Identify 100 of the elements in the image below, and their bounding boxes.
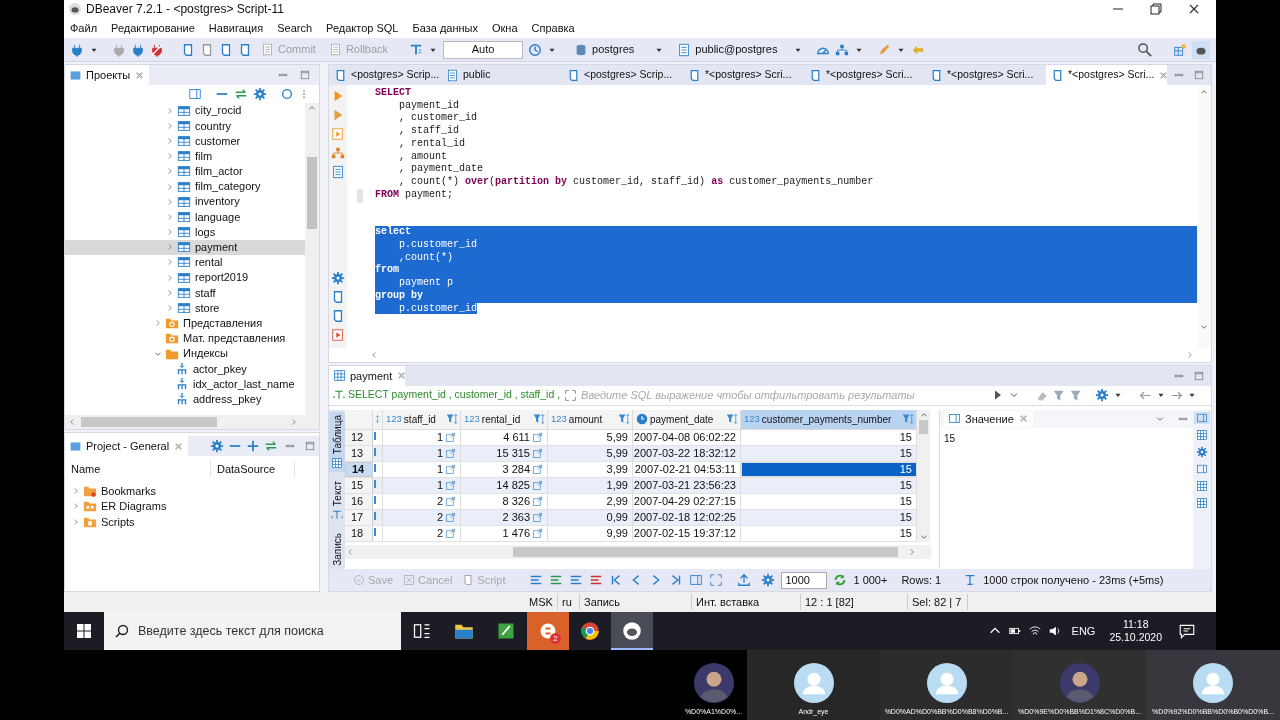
table-cell[interactable]: 1 476	[461, 525, 548, 541]
menu-item[interactable]: Редактирование	[111, 19, 195, 37]
tree-item[interactable]: film_actor	[65, 163, 305, 179]
column-header[interactable]: 123 amount	[548, 409, 633, 429]
result-tab[interactable]: payment	[329, 365, 405, 386]
tree-item[interactable]: Мат. представления	[65, 330, 305, 346]
table-cell[interactable]: 5,99	[548, 445, 633, 461]
tree-item[interactable]: report2019	[65, 270, 305, 286]
table-cell[interactable]: 5,99	[548, 429, 633, 445]
transaction-mode-field[interactable]: Auto	[443, 40, 524, 59]
code-line: payment p	[398, 277, 453, 289]
table-cell[interactable]: 8 326	[461, 493, 548, 509]
table-cell[interactable]: 0,99	[548, 509, 633, 525]
window-title: DBeaver 7.2.1 - <postgres> Script-11	[86, 1, 284, 18]
table-cell[interactable]: 1	[383, 461, 461, 477]
table-cell[interactable]: 2007-03-22 18:32:12	[633, 445, 741, 461]
view-tab[interactable]: Таблица	[329, 411, 345, 472]
table-cell[interactable]: 2007-04-29 02:27:15	[633, 493, 741, 509]
table-cell[interactable]: 1	[383, 429, 461, 445]
tree-item[interactable]: Bookmarks	[65, 483, 319, 499]
table-cell[interactable]: 2007-04-08 06:02:22	[633, 429, 741, 445]
table-cell[interactable]: 2007-02-18 12:02:25	[633, 509, 741, 525]
tree-item[interactable]: idx_actor_last_name	[65, 376, 305, 392]
table-cell[interactable]: 2	[383, 493, 461, 509]
menu-item[interactable]: Навигация	[208, 19, 264, 37]
tree-item[interactable]: city_rocid	[65, 103, 305, 119]
code-line: , payment_date	[398, 163, 484, 175]
type-label: 123	[464, 412, 480, 427]
editor-tab[interactable]: <postgres> Scrip...	[329, 65, 441, 85]
table-cell[interactable]: 4 611	[461, 429, 548, 445]
table-cell[interactable]: 14 825	[461, 477, 548, 493]
code-line: , amount	[398, 150, 447, 162]
table-cell[interactable]: 15 315	[461, 445, 548, 461]
table-cell[interactable]: 2007-03-21 23:56:23	[633, 477, 741, 493]
editor-tab[interactable]: <postgres> Scrip...	[562, 65, 683, 85]
table-cell[interactable]: 3 284	[461, 461, 548, 477]
table-cell[interactable]: 1	[383, 445, 461, 461]
tree-item[interactable]: film_category	[65, 178, 305, 195]
tree-item[interactable]: store	[65, 300, 305, 316]
schema-selector[interactable]: public@postgres	[677, 41, 804, 58]
column-header[interactable]: 123 customer_payments_number	[741, 409, 917, 429]
tree-item[interactable]: country	[65, 118, 305, 134]
column-header[interactable]: DataSource	[211, 460, 295, 478]
menu-item[interactable]: База данных	[412, 19, 478, 37]
tree-item[interactable]: actor_pkey	[65, 361, 305, 377]
fetch-count-button[interactable]: 1 000+	[853, 571, 888, 589]
table-cell[interactable]: 2,99	[548, 493, 633, 509]
table-cell[interactable]: 2 363	[461, 509, 548, 525]
result-info: 1000 строк получено - 23ms (+5ms)	[983, 572, 1164, 588]
editor-tab[interactable]: *<postgres> Scri...	[1046, 65, 1167, 85]
tree-item[interactable]: address_pkey	[65, 391, 305, 407]
tree-item[interactable]: payment	[65, 239, 305, 255]
query-label: SELECT payment_id , customer_id , staff_id ,	[348, 387, 561, 403]
column-header[interactable]: 123 rental_id	[461, 409, 548, 429]
editor-tab[interactable]: *<postgres> Scri...	[804, 65, 925, 85]
tree-item[interactable]: logs	[65, 224, 305, 240]
editor-tab[interactable]: *<postgres> Scri...	[925, 65, 1046, 85]
fetch-size-field[interactable]: 1000	[781, 571, 828, 589]
tree-item[interactable]: language	[65, 209, 305, 225]
tree-item[interactable]: Scripts	[65, 514, 319, 530]
filter-field[interactable]: Введите SQL выражение чтобы отфильтровать результаты	[581, 386, 980, 405]
tree-item[interactable]: Представления	[65, 315, 305, 331]
panel-tab[interactable]: Project - General	[65, 436, 189, 456]
datasource-selector[interactable]: postgres	[574, 41, 665, 58]
editor-tab[interactable]: *<postgres> Scri...	[683, 65, 804, 85]
column-header[interactable]: 123 staff_id	[383, 409, 461, 429]
tree-item[interactable]: customer	[65, 133, 305, 149]
menu-item[interactable]: Редактор SQL	[326, 19, 399, 37]
taskbar-app[interactable]: 2	[527, 612, 569, 650]
table-cell[interactable]: 2007-02-15 19:37:12	[633, 525, 741, 541]
tree-item[interactable]: film	[65, 148, 305, 164]
type-label: 123	[551, 412, 567, 427]
table-cell[interactable]: 2	[383, 525, 461, 541]
taskbar-search[interactable]: Введите здесь текст для поиска	[104, 612, 401, 650]
rows-label: Rows: 1	[901, 572, 942, 588]
table-cell[interactable]: 2	[383, 509, 461, 525]
view-tab[interactable]: Текст	[329, 478, 345, 525]
editor-tab[interactable]: public	[441, 65, 562, 85]
column-header[interactable]: Name	[65, 460, 211, 478]
table-cell[interactable]: 9,99	[548, 525, 633, 541]
tree-item[interactable]: inventory	[65, 194, 305, 210]
tree-item[interactable]: Индексы	[65, 346, 305, 362]
panel-tab[interactable]: Проекты	[65, 65, 150, 85]
language-indicator[interactable]: ENG	[1071, 622, 1096, 640]
tree-item[interactable]: ER Diagrams	[65, 498, 319, 514]
menu-item[interactable]: Файл	[70, 19, 98, 37]
code-line: group by	[375, 289, 423, 301]
tree-item[interactable]: rental	[65, 254, 305, 271]
value-panel-tab[interactable]: Значение	[944, 410, 1033, 428]
menu-item[interactable]: Справка	[531, 19, 575, 37]
status-text: ru	[562, 594, 572, 610]
table-cell[interactable]: 1,99	[548, 477, 633, 493]
status-text: MSK	[529, 594, 553, 610]
menu-item[interactable]: Search	[277, 19, 313, 37]
view-tab[interactable]: Запись	[329, 530, 345, 569]
table-cell[interactable]: 3,99	[548, 461, 633, 477]
menu-item[interactable]: Окна	[492, 19, 518, 37]
table-cell[interactable]: 1	[383, 477, 461, 493]
clock[interactable]: 11:18 25.10.2020	[1109, 618, 1162, 644]
tree-item[interactable]: staff	[65, 285, 305, 301]
